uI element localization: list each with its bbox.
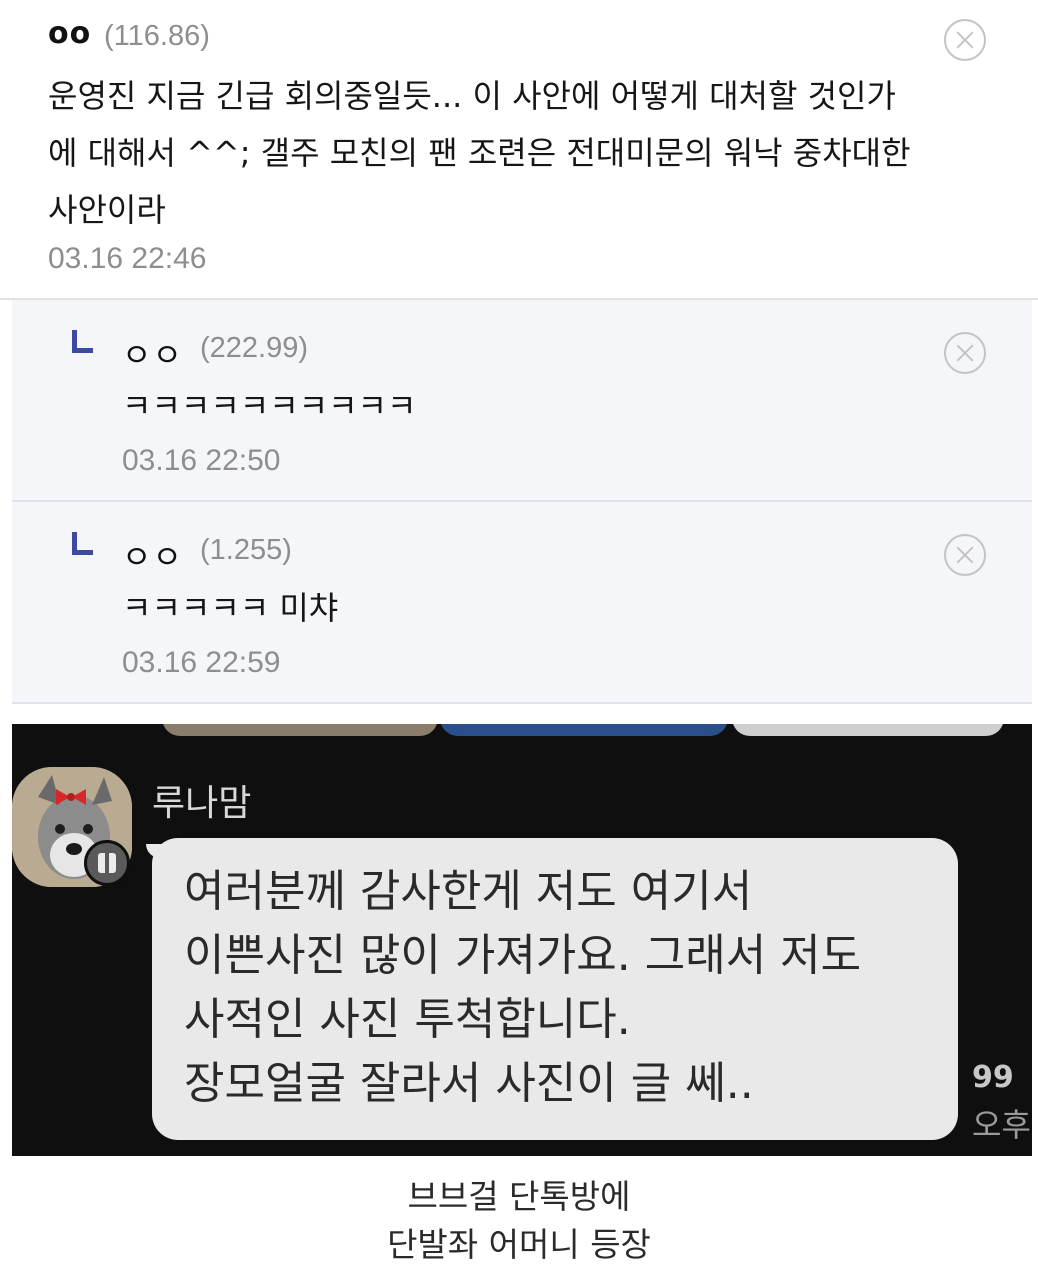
- comment-line: 사안이라: [48, 191, 166, 229]
- delete-comment-button[interactable]: [944, 534, 986, 576]
- comment-time: 03.16 22:59: [122, 646, 281, 679]
- comment-author: oo: [48, 16, 92, 51]
- delete-comment-button[interactable]: [944, 19, 986, 61]
- chat-message: 여러분께 감사한게 저도 여기서 이쁜사진 많이 가져가요. 그래서 저도 사적…: [184, 866, 862, 1109]
- comment-line: 운영진 지금 긴급 회의중일듯... 이 사안에 어떻게 대처할 것인가: [48, 77, 896, 115]
- comment-author: ㅇㅇ: [122, 336, 183, 374]
- comment-body: ㅋㅋㅋㅋㅋㅋㅋㅋㅋㅋ: [122, 387, 417, 425]
- profile-badge-icon: [84, 840, 130, 886]
- comment-score: (1.255): [200, 534, 292, 566]
- comment-author: ㅇㅇ: [122, 538, 183, 576]
- comment-score: (116.86): [104, 20, 210, 52]
- photo-thumbnail: [162, 724, 438, 736]
- reply-arrow-icon: [72, 330, 93, 353]
- comment-main: oo (116.86) 운영진 지금 긴급 회의중일듯... 이 사안에 어떻게…: [0, 0, 1038, 300]
- chat-nickname: 루나맘: [152, 783, 252, 824]
- comment-line: 에 대해서 ^^; 갤주 모친의 팬 조련은 전대미문의 워낙 중차대한: [48, 134, 911, 172]
- photo-thumbnail: [440, 724, 728, 736]
- unread-count: 99: [972, 1060, 1014, 1095]
- chat-screenshot: 루나맘 여러분께 감사한게 저도 여기서 이쁜사진 많이 가져가요. 그래서 저…: [12, 724, 1032, 1156]
- comment-reply: ㅇㅇ (222.99) ㅋㅋㅋㅋㅋㅋㅋㅋㅋㅋ 03.16 22:50: [12, 300, 1032, 502]
- comment-time: 03.16 22:50: [122, 444, 281, 477]
- delete-comment-button[interactable]: [944, 332, 986, 374]
- comment-reply: ㅇㅇ (1.255) ㅋㅋㅋㅋㅋ 미챠 03.16 22:59: [12, 502, 1032, 704]
- comment-body: 운영진 지금 긴급 회의중일듯... 이 사안에 어떻게 대처할 것인가 에 대…: [48, 68, 911, 239]
- comment-body: ㅋㅋㅋㅋㅋ 미챠: [122, 589, 339, 627]
- reply-arrow-icon: [72, 532, 93, 555]
- comment-score: (222.99): [200, 332, 309, 364]
- caption-line: 단발좌 어머니 등장: [387, 1225, 651, 1264]
- message-time: 오후: [972, 1106, 1031, 1144]
- chat-bubble[interactable]: 여러분께 감사한게 저도 여기서 이쁜사진 많이 가져가요. 그래서 저도 사적…: [146, 838, 958, 1140]
- caption-line: 브브걸 단톡방에: [407, 1177, 631, 1216]
- comment-time: 03.16 22:46: [48, 242, 207, 275]
- photo-thumbnail: [732, 724, 1004, 736]
